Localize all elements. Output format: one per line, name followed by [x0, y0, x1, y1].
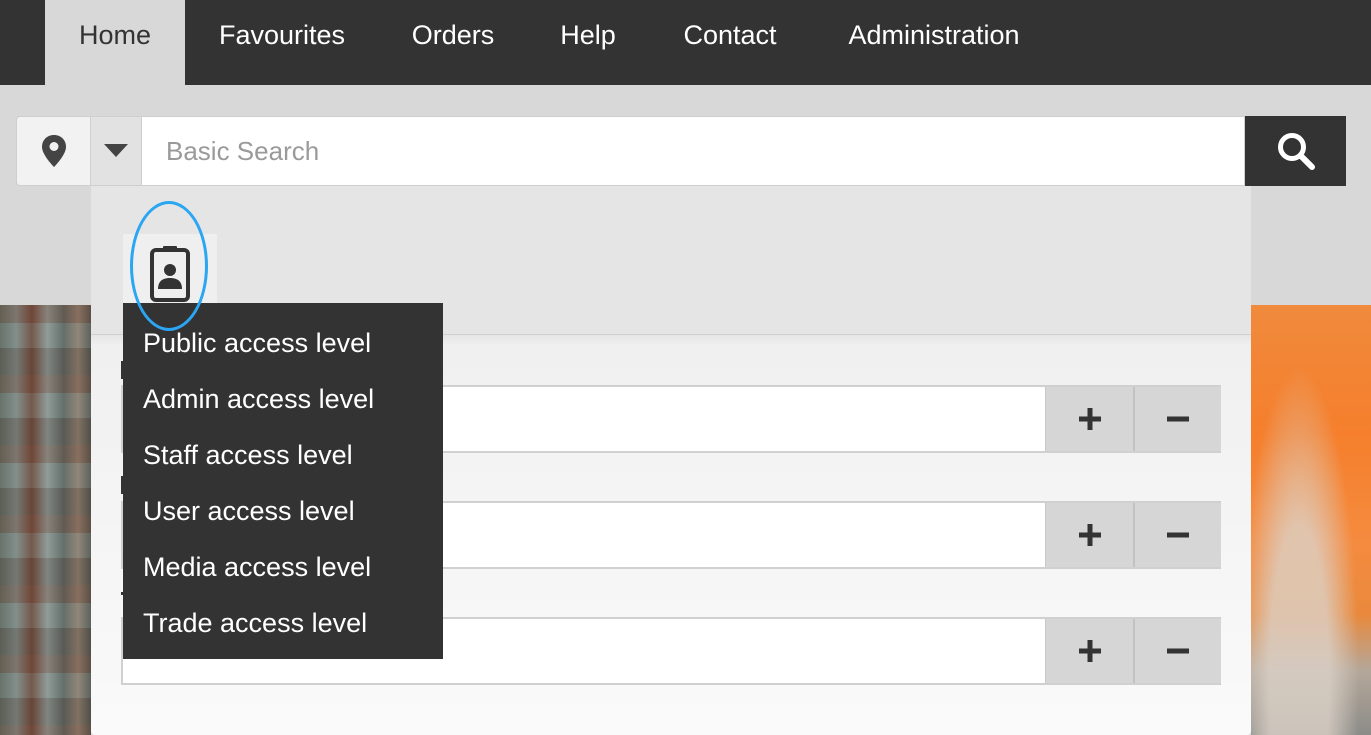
- plus-icon: [1078, 408, 1101, 430]
- tab-help[interactable]: Help: [527, 0, 649, 85]
- background-photo-left: [0, 305, 91, 735]
- tab-favourites[interactable]: Favourites: [185, 0, 379, 85]
- caret-down-icon: [104, 144, 128, 157]
- id-badge-icon: [150, 246, 190, 302]
- background-photo-right: [1251, 305, 1371, 735]
- plus-icon: [1078, 640, 1101, 662]
- access-level-menu: Public access level Admin access level S…: [123, 303, 443, 659]
- search-input[interactable]: [142, 116, 1245, 186]
- add-button[interactable]: [1045, 619, 1133, 683]
- plus-icon: [1078, 524, 1101, 546]
- location-button[interactable]: [16, 116, 91, 186]
- add-button[interactable]: [1045, 387, 1133, 451]
- remove-button[interactable]: [1133, 619, 1221, 683]
- remove-button[interactable]: [1133, 387, 1221, 451]
- minus-icon: [1167, 416, 1189, 422]
- add-button[interactable]: [1045, 503, 1133, 567]
- access-level-button[interactable]: [123, 234, 217, 312]
- menu-item-admin[interactable]: Admin access level: [123, 371, 443, 427]
- tab-administration[interactable]: Administration: [811, 0, 1057, 85]
- map-pin-icon: [41, 135, 66, 167]
- tab-orders[interactable]: Orders: [379, 0, 527, 85]
- minus-icon: [1167, 648, 1189, 654]
- top-navigation: Home Favourites Orders Help Contact Admi…: [0, 0, 1371, 85]
- menu-item-media[interactable]: Media access level: [123, 539, 443, 595]
- search-scope-dropdown[interactable]: [90, 116, 142, 186]
- tab-home[interactable]: Home: [45, 0, 185, 85]
- tab-contact[interactable]: Contact: [649, 0, 811, 85]
- remove-button[interactable]: [1133, 503, 1221, 567]
- search-button[interactable]: [1245, 116, 1346, 186]
- menu-item-staff[interactable]: Staff access level: [123, 427, 443, 483]
- magnifier-icon: [1277, 133, 1315, 170]
- menu-item-trade[interactable]: Trade access level: [123, 595, 443, 651]
- minus-icon: [1167, 532, 1189, 538]
- menu-item-public[interactable]: Public access level: [123, 315, 443, 371]
- menu-item-user[interactable]: User access level: [123, 483, 443, 539]
